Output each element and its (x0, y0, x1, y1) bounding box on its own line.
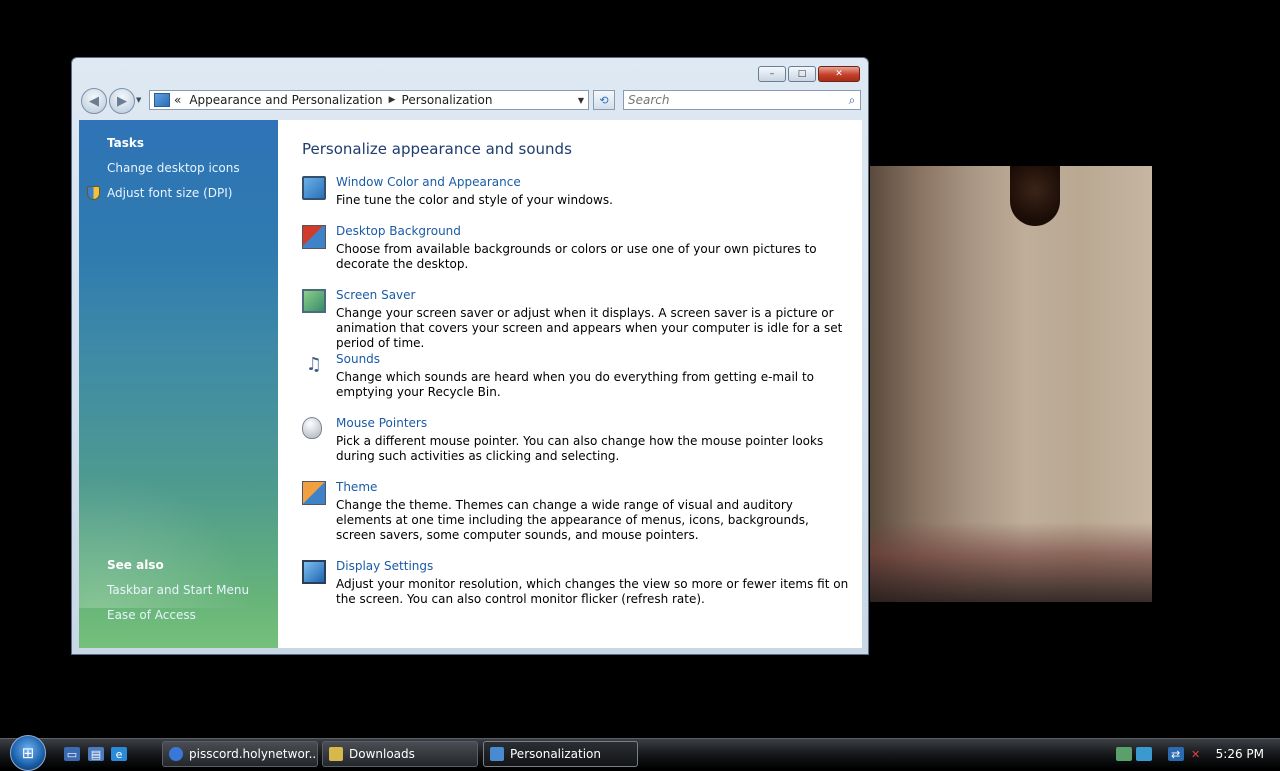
taskbar-item-personalization[interactable]: Personalization (483, 741, 638, 767)
theme-icon[interactable] (302, 481, 326, 505)
page-title: Personalize appearance and sounds (302, 140, 572, 158)
mouse-pointers-description: Pick a different mouse pointer. You can … (336, 434, 824, 463)
internet-explorer-icon[interactable]: e (111, 747, 127, 761)
tray-app-icon-2[interactable] (1135, 747, 1152, 761)
mouse-pointers-icon[interactable] (302, 417, 322, 439)
address-bar[interactable]: « Appearance and Personalization ▶ Perso… (149, 90, 589, 110)
tray-app-icon[interactable] (1115, 747, 1132, 761)
change-desktop-icons-link[interactable]: Change desktop icons (107, 161, 240, 175)
lamp-shape (1010, 166, 1060, 226)
clock[interactable]: 5:26 PM (1216, 747, 1264, 761)
search-box[interactable]: ⌕ (623, 90, 861, 110)
mouse-pointers-link[interactable]: Mouse Pointers (336, 416, 427, 430)
breadcrumb-appearance[interactable]: Appearance and Personalization (189, 93, 382, 107)
window-color-link[interactable]: Window Color and Appearance (336, 175, 521, 189)
screen-saver-link[interactable]: Screen Saver (336, 288, 415, 302)
taskbar-item-label: Personalization (510, 747, 601, 761)
display-settings-link[interactable]: Display Settings (336, 559, 433, 573)
uac-shield-icon (87, 186, 100, 200)
desktop-background-link[interactable]: Desktop Background (336, 224, 461, 238)
window-color-icon[interactable] (302, 176, 326, 200)
start-button[interactable]: ⊞ (10, 735, 46, 771)
display-settings-description: Adjust your monitor resolution, which ch… (336, 577, 849, 606)
window-color-description: Fine tune the color and style of your wi… (336, 193, 613, 207)
screen-saver-icon[interactable] (302, 289, 326, 313)
theme-description: Change the theme. Themes can change a wi… (336, 498, 809, 542)
taskbar: ⊞ ▭ ▤ e pisscord.holynetwor... Downloads… (0, 735, 1280, 771)
video-preview (870, 166, 1152, 602)
taskbar-item-downloads[interactable]: Downloads (322, 741, 478, 767)
taskbar-item-label: pisscord.holynetwor... (189, 747, 318, 761)
see-also-heading: See also (107, 558, 164, 572)
back-button[interactable]: ◀ (81, 88, 107, 114)
forward-button[interactable]: ▶ (109, 88, 135, 114)
close-button[interactable]: ✕ (818, 66, 860, 82)
taskbar-item-browser[interactable]: pisscord.holynetwor... (162, 741, 318, 767)
ease-of-access-link[interactable]: Ease of Access (107, 608, 196, 622)
sounds-icon[interactable]: ♫ (302, 353, 326, 377)
breadcrumb-prefix[interactable]: « (174, 93, 181, 107)
personalization-icon (490, 747, 504, 761)
desktop-background-description: Choose from available backgrounds or col… (336, 242, 817, 271)
recent-pages-dropdown[interactable]: ▼ (136, 96, 141, 104)
control-panel-icon (154, 93, 170, 107)
display-settings-icon[interactable] (302, 560, 326, 584)
search-icon[interactable]: ⌕ (844, 93, 860, 108)
address-dropdown-icon[interactable]: ▼ (578, 96, 584, 105)
main-content: Personalize appearance and sounds Window… (278, 120, 862, 648)
personalization-window: – □ ✕ ◀ ▶ ▼ « Appearance and Personaliza… (71, 57, 869, 655)
sidebar: Tasks Change desktop icons Adjust font s… (79, 120, 278, 648)
adjust-font-size-link[interactable]: Adjust font size (DPI) (107, 186, 232, 200)
taskbar-start-menu-link[interactable]: Taskbar and Start Menu (107, 583, 249, 597)
search-input[interactable] (624, 92, 844, 108)
sounds-link[interactable]: Sounds (336, 352, 380, 366)
minimize-button[interactable]: – (758, 66, 786, 82)
folder-icon (329, 747, 343, 761)
breadcrumb-separator[interactable]: ▶ (389, 95, 396, 105)
taskbar-item-label: Downloads (349, 747, 415, 761)
maximize-button[interactable]: □ (788, 66, 816, 82)
system-tray: ⇄ ✕ 5:26 PM (1115, 739, 1280, 769)
refresh-button[interactable]: ⟲ (593, 90, 615, 110)
browser-icon (169, 747, 183, 761)
sounds-description: Change which sounds are heard when you d… (336, 370, 814, 399)
window-controls: – □ ✕ (758, 66, 860, 82)
breadcrumb-personalization[interactable]: Personalization (402, 93, 493, 107)
volume-muted-icon[interactable]: ✕ (1188, 747, 1204, 761)
desktop-background-icon[interactable] (302, 225, 326, 249)
theme-link[interactable]: Theme (336, 480, 377, 494)
show-desktop-icon[interactable]: ▭ (64, 747, 80, 761)
tasks-heading: Tasks (107, 136, 145, 150)
switch-windows-icon[interactable]: ▤ (88, 747, 104, 761)
network-icon[interactable]: ⇄ (1167, 747, 1184, 761)
screen-saver-description: Change your screen saver or adjust when … (336, 306, 843, 350)
